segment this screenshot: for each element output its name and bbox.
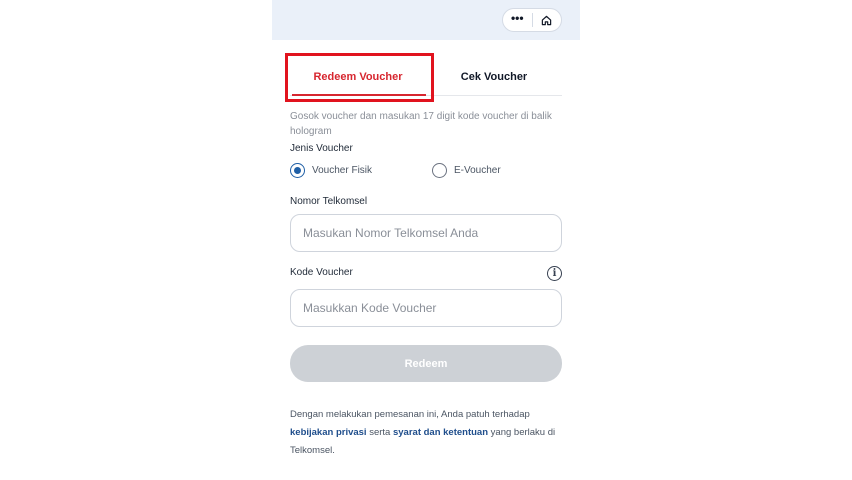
more-horizontal-icon: ••• [510, 11, 524, 25]
radio-e-voucher[interactable]: E-Voucher [432, 163, 501, 178]
instruction-text: Gosok voucher dan masukan 17 digit kode … [290, 111, 552, 137]
radio-checked-icon[interactable] [290, 163, 305, 178]
redeem-button[interactable]: Redeem [290, 345, 562, 382]
tab-cek-voucher[interactable]: Cek Voucher [426, 58, 562, 96]
voucher-page: ••• Redeem Voucher Cek Voucher Gosok vou… [272, 0, 580, 480]
footer-disclaimer: Dengan melakukan pemesanan ini, Anda pat… [290, 406, 570, 460]
top-bar: ••• [272, 0, 580, 40]
info-icon[interactable]: i [547, 266, 562, 281]
highlight-annotation-box [285, 53, 434, 102]
radio-unchecked-icon[interactable] [432, 163, 447, 178]
terms-link[interactable]: syarat dan ketentuan [393, 427, 488, 438]
radio-e-voucher-label: E-Voucher [454, 165, 501, 176]
radio-voucher-fisik[interactable]: Voucher Fisik [290, 163, 372, 178]
nomor-telkomsel-placeholder: Masukan Nomor Telkomsel Anda [303, 226, 479, 240]
kode-voucher-input[interactable]: Masukkan Kode Voucher [290, 289, 562, 327]
footer-text-1: Dengan melakukan pemesanan ini, Anda pat… [290, 409, 530, 420]
radio-voucher-fisik-label: Voucher Fisik [312, 165, 373, 176]
mini-app-capsule: ••• [502, 8, 562, 32]
nomor-telkomsel-input[interactable]: Masukan Nomor Telkomsel Anda [290, 214, 562, 252]
kode-voucher-label: Kode Voucher [290, 267, 353, 278]
home-button[interactable] [533, 9, 562, 31]
home-icon [542, 15, 552, 25]
more-button[interactable]: ••• [503, 9, 532, 31]
nomor-telkomsel-label: Nomor Telkomsel [290, 196, 368, 207]
jenis-voucher-label: Jenis Voucher [290, 143, 353, 154]
kode-voucher-placeholder: Masukkan Kode Voucher [303, 301, 437, 315]
privacy-policy-link[interactable]: kebijakan privasi [290, 427, 367, 438]
footer-text-2: serta [366, 427, 393, 438]
